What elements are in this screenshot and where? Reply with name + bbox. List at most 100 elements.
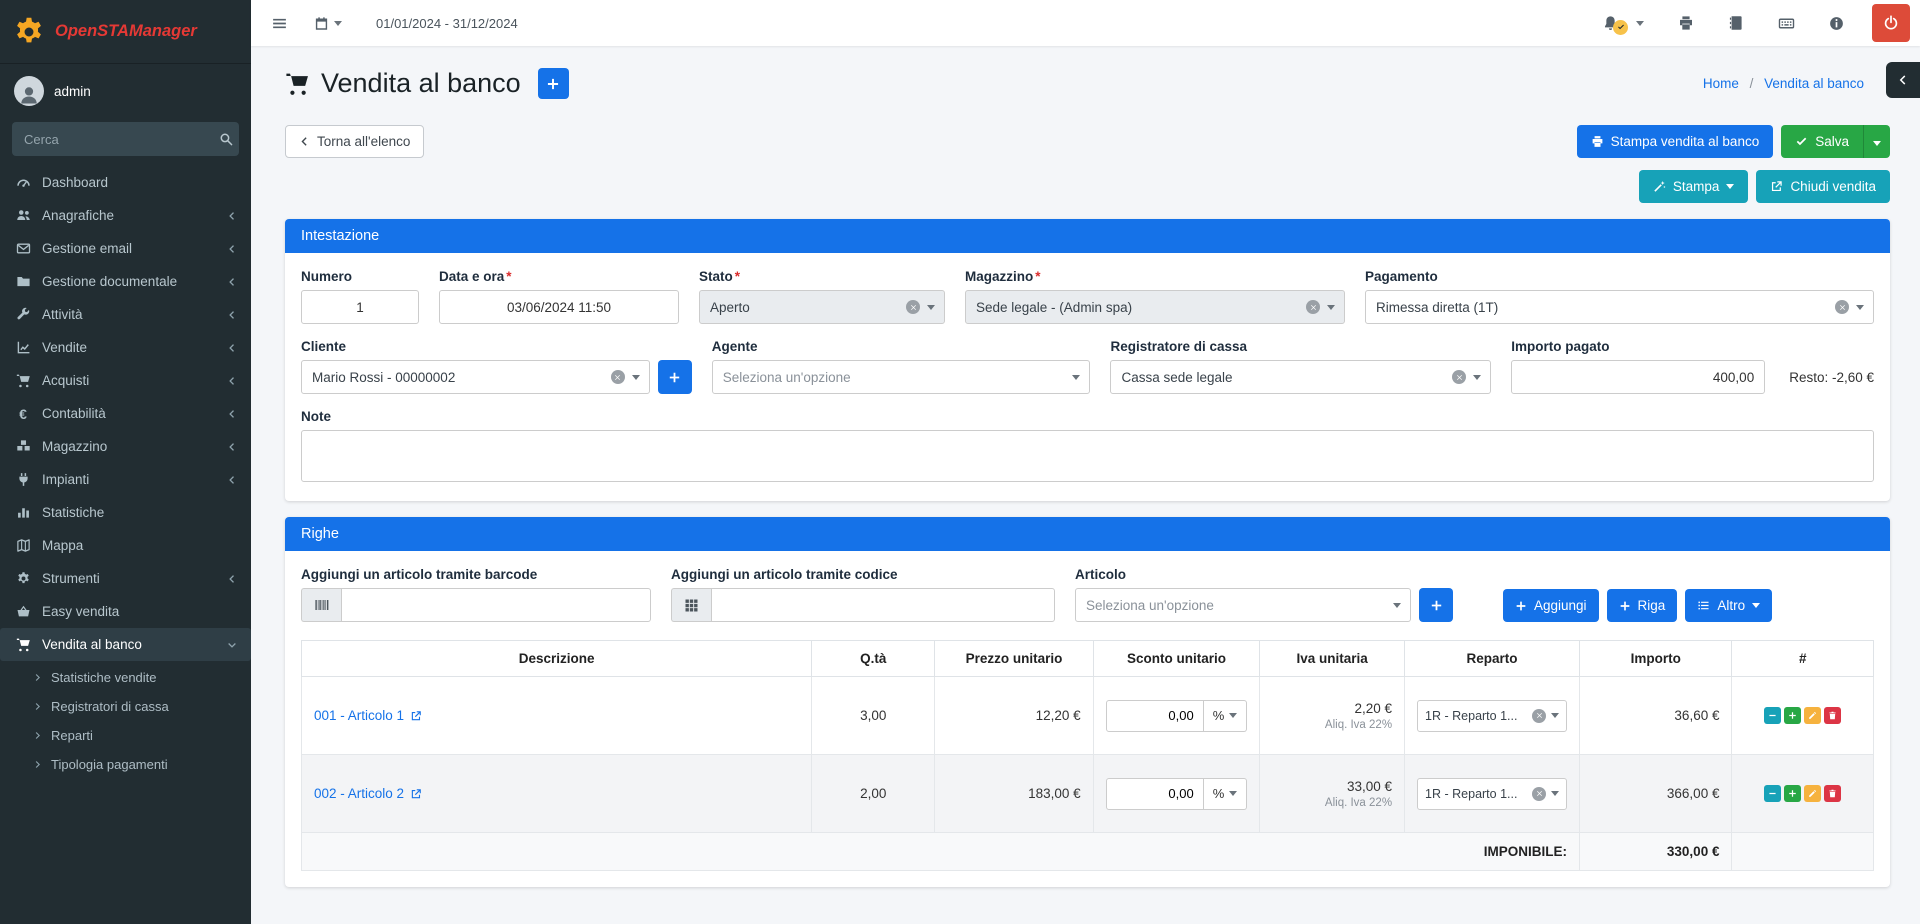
info-button[interactable]: [1823, 10, 1850, 37]
page-content: Vendita al banco Home / Vendita al banco…: [251, 46, 1920, 924]
print-sale-button[interactable]: Stampa vendita al banco: [1577, 125, 1774, 158]
clear-icon[interactable]: [1306, 300, 1320, 314]
reparto-select[interactable]: 1R - Reparto 1...: [1417, 778, 1567, 810]
registratore-select[interactable]: Cassa sede legale: [1110, 360, 1491, 394]
sidebar-item-vendite[interactable]: Vendite: [0, 331, 251, 364]
save-dropdown-toggle[interactable]: [1863, 125, 1890, 158]
app-logo[interactable]: OpenSTAManager: [0, 0, 251, 64]
add-article-button[interactable]: [1419, 588, 1453, 622]
data-ora-input[interactable]: [439, 290, 679, 324]
stato-value: Aperto: [710, 300, 899, 315]
pagamento-select[interactable]: Rimessa diretta (1T): [1365, 290, 1874, 324]
logo-text: OpenSTAManager: [55, 22, 197, 41]
check-icon: [1795, 135, 1808, 148]
print-button[interactable]: [1672, 9, 1700, 37]
article-description: 001 - Articolo 1: [314, 708, 404, 723]
unit-vat-value: 2,20 €: [1272, 701, 1392, 716]
article-link[interactable]: 002 - Articolo 2: [314, 786, 422, 801]
discount-input[interactable]: [1106, 700, 1204, 732]
sidebar-subitem-tipologia-pagamenti[interactable]: Tipologia pagamenti: [0, 750, 251, 779]
stato-select[interactable]: Aperto: [699, 290, 945, 324]
magazzino-select[interactable]: Sede legale - (Admin spa): [965, 290, 1345, 324]
back-to-list-button[interactable]: Torna all'elenco: [285, 125, 424, 158]
save-button[interactable]: Salva: [1781, 125, 1863, 158]
sidebar-subitem-reparti[interactable]: Reparti: [0, 721, 251, 750]
codice-input[interactable]: [711, 588, 1055, 622]
sidebar-toggle-button[interactable]: [265, 9, 294, 38]
increase-qty-button[interactable]: [1784, 785, 1801, 802]
aggiungi-button[interactable]: Aggiungi: [1503, 589, 1599, 622]
caret-down-icon: [632, 375, 640, 380]
table-row: 002 - Articolo 2 2,00 183,00 €: [302, 755, 1874, 833]
sidebar-item-vendita-al-banco[interactable]: Vendita al banco: [0, 628, 251, 661]
period-selector-button[interactable]: [308, 10, 348, 37]
sidebar-subitem-registratori-di-cassa[interactable]: Registratori di cassa: [0, 692, 251, 721]
discount-type-select[interactable]: %: [1204, 778, 1248, 810]
sidebar-item-contabilita[interactable]: € Contabilità: [0, 397, 251, 430]
sidebar-item-gestione-documentale[interactable]: Gestione documentale: [0, 265, 251, 298]
widgets-panel-toggle[interactable]: [1886, 62, 1920, 98]
increase-qty-button[interactable]: [1784, 707, 1801, 724]
sidebar-item-gestione-email[interactable]: Gestione email: [0, 232, 251, 265]
sidebar-item-statistiche[interactable]: Statistiche: [0, 496, 251, 529]
edit-row-button[interactable]: [1804, 707, 1821, 724]
clear-icon[interactable]: [1532, 709, 1546, 723]
printer-icon: [1678, 15, 1694, 31]
chevron-left-icon: [227, 409, 237, 419]
delete-row-button[interactable]: [1824, 785, 1841, 802]
sidebar-item-strumenti[interactable]: Strumenti: [0, 562, 251, 595]
clear-icon[interactable]: [611, 370, 625, 384]
delete-row-button[interactable]: [1824, 707, 1841, 724]
numero-input[interactable]: [301, 290, 419, 324]
importo-pagato-input[interactable]: [1511, 360, 1765, 394]
clear-icon[interactable]: [1532, 787, 1546, 801]
close-sale-button[interactable]: Chiudi vendita: [1756, 170, 1890, 203]
sidebar-item-acquisti[interactable]: Acquisti: [0, 364, 251, 397]
clear-icon[interactable]: [1452, 370, 1466, 384]
sidebar-item-impianti[interactable]: Impianti: [0, 463, 251, 496]
reparto-select[interactable]: 1R - Reparto 1...: [1417, 700, 1567, 732]
keyboard-shortcuts-button[interactable]: [1772, 9, 1801, 38]
discount-input[interactable]: [1106, 778, 1204, 810]
sidebar-item-label: Impianti: [42, 472, 217, 487]
note-textarea[interactable]: [301, 430, 1874, 482]
resto-text: Resto: -2,60 €: [1789, 370, 1874, 385]
clear-icon[interactable]: [1835, 300, 1849, 314]
sidebar-item-anagrafiche[interactable]: Anagrafiche: [0, 199, 251, 232]
decrease-qty-button[interactable]: [1764, 785, 1781, 802]
discount-type-select[interactable]: %: [1204, 700, 1248, 732]
sidebar-item-easy-vendita[interactable]: Easy vendita: [0, 595, 251, 628]
add-record-button[interactable]: [538, 68, 569, 99]
intestazione-panel: Intestazione Numero Data e ora* Stato*: [285, 219, 1890, 501]
user-panel[interactable]: admin: [0, 64, 251, 114]
plus-icon: [1788, 789, 1797, 798]
agente-select[interactable]: Seleziona un'opzione: [712, 360, 1091, 394]
decrease-qty-button[interactable]: [1764, 707, 1781, 724]
articolo-select[interactable]: Seleziona un'opzione: [1075, 588, 1411, 622]
sidebar-subitem-statistiche-vendite[interactable]: Statistiche vendite: [0, 663, 251, 692]
search-input[interactable]: [12, 122, 212, 156]
date-range[interactable]: 01/01/2024 - 31/12/2024: [376, 16, 518, 31]
breadcrumb-current-link[interactable]: Vendita al banco: [1764, 76, 1864, 91]
sidebar-item-attivita[interactable]: Attività: [0, 298, 251, 331]
trash-icon: [1828, 789, 1837, 798]
altro-dropdown-button[interactable]: Altro: [1685, 589, 1772, 622]
amount-cell: 36,60 €: [1580, 677, 1732, 755]
barcode-input[interactable]: [341, 588, 651, 622]
sidebar-item-magazzino[interactable]: Magazzino: [0, 430, 251, 463]
logout-button[interactable]: [1872, 4, 1910, 42]
search-button[interactable]: [212, 122, 239, 156]
sidebar-item-dashboard[interactable]: Dashboard: [0, 166, 251, 199]
sidebar-item-mappa[interactable]: Mappa: [0, 529, 251, 562]
article-link[interactable]: 001 - Articolo 1: [314, 708, 422, 723]
manual-button[interactable]: [1722, 9, 1750, 37]
riga-button[interactable]: Riga: [1607, 589, 1678, 622]
cliente-select[interactable]: Mario Rossi - 00000002: [301, 360, 650, 394]
notifications-button[interactable]: [1596, 9, 1650, 38]
chevron-left-icon: [227, 475, 237, 485]
edit-row-button[interactable]: [1804, 785, 1821, 802]
breadcrumb-home-link[interactable]: Home: [1703, 76, 1739, 91]
add-client-button[interactable]: [658, 360, 692, 394]
stampa-dropdown-button[interactable]: Stampa: [1639, 170, 1749, 203]
clear-icon[interactable]: [906, 300, 920, 314]
